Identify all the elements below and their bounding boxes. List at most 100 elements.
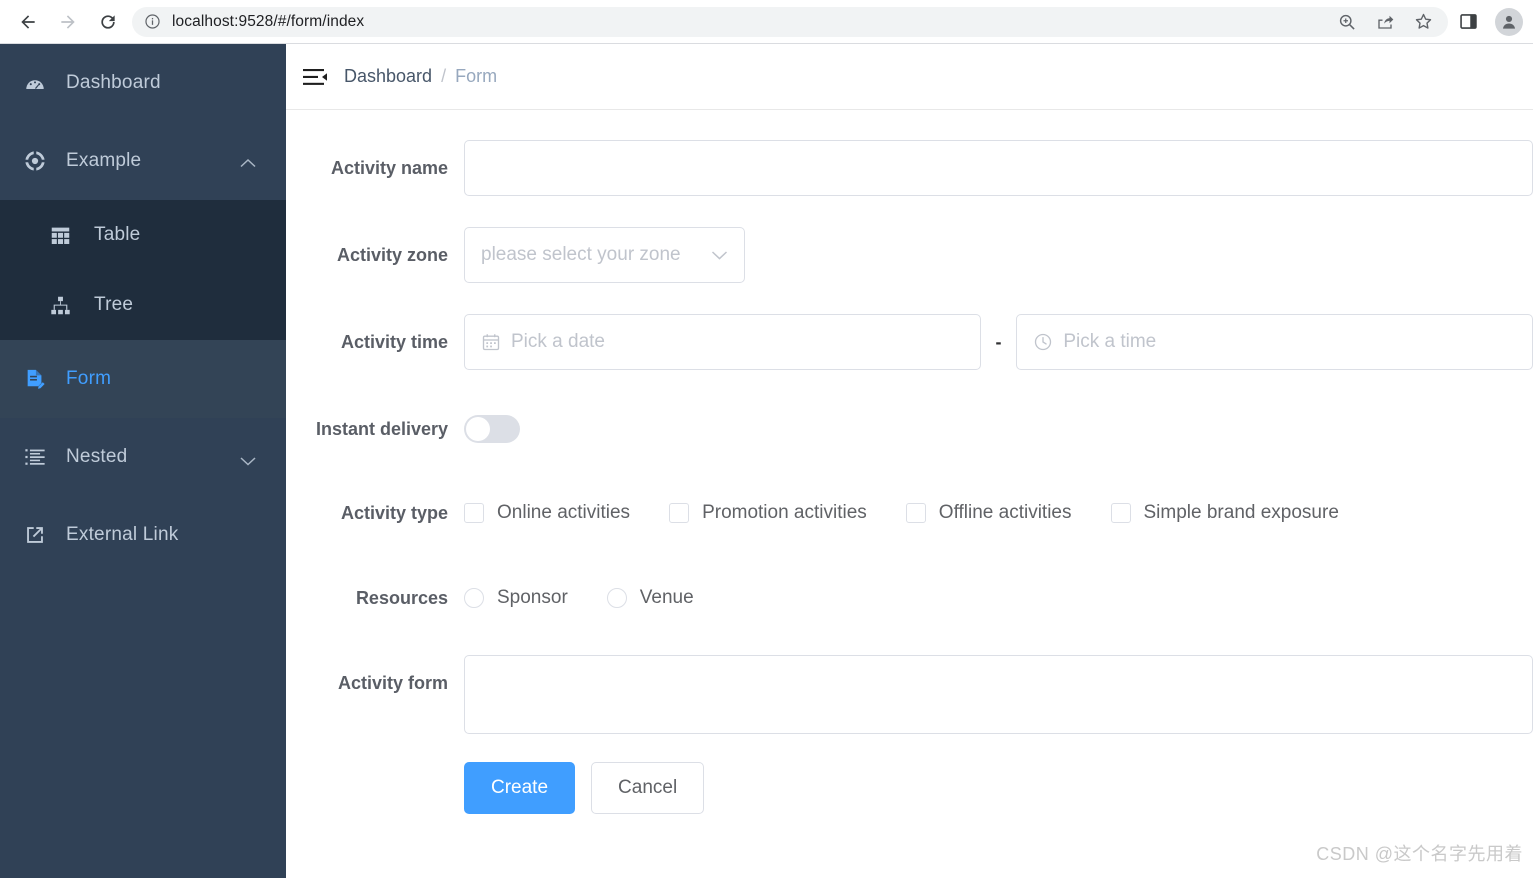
sidebar-item-external-link[interactable]: External Link [0, 496, 286, 574]
checkbox-box [905, 503, 926, 523]
sidebar-item-label: Table [94, 224, 141, 245]
form-row-activity-form: Activity form [286, 655, 1533, 734]
checkbox-label: Offline activities [938, 502, 1072, 523]
create-button[interactable]: Create [464, 762, 576, 814]
sidebar-item-table[interactable]: Table [0, 200, 286, 270]
calendar-icon [481, 332, 501, 352]
activity-zone-placeholder: please select your zone [481, 244, 681, 265]
omnibox-actions [1337, 7, 1448, 37]
form-row-resources: Resources Sponsor Venue [286, 570, 1533, 626]
browser-nav-buttons [0, 4, 126, 40]
checkbox-promotion-activities[interactable]: Promotion activities [669, 485, 867, 541]
breadcrumb-dashboard[interactable]: Dashboard [344, 66, 432, 87]
activity-form: Activity name Activity zone please selec… [286, 110, 1533, 814]
share-icon[interactable] [1375, 12, 1395, 32]
breadcrumb-separator: / [441, 66, 447, 86]
sidebar: Dashboard Example Table Tree Form Nested… [0, 44, 286, 878]
instant-delivery-toggle[interactable] [464, 415, 520, 443]
sidebar-submenu-example: Table Tree [0, 200, 286, 340]
cancel-button[interactable]: Cancel [591, 762, 705, 814]
checkbox-box [1110, 503, 1131, 523]
form-row-activity-zone: Activity zone please select your zone [286, 227, 1533, 283]
checkbox-label: Online activities [497, 502, 631, 523]
activity-time-label: Activity time [340, 332, 448, 352]
activity-time-picker[interactable]: Pick a time [1016, 314, 1533, 370]
sidebar-item-tree[interactable]: Tree [0, 270, 286, 340]
radio-sponsor[interactable]: Sponsor [464, 570, 568, 626]
form-document-icon [24, 368, 50, 390]
activity-type-checkbox-group: Online activities Promotion activities O… [464, 485, 1378, 541]
checkbox-label: Promotion activities [702, 502, 867, 523]
collapse-menu-icon [303, 68, 327, 85]
chevron-down-icon [711, 250, 728, 261]
main-content: Dashboard / Form Activity name Activity … [286, 44, 1533, 878]
resources-label: Resources [355, 588, 448, 608]
toggle-knob [466, 417, 490, 441]
activity-time-placeholder: Pick a time [1063, 331, 1157, 352]
chevron-down-icon [240, 453, 256, 471]
activity-date-placeholder: Pick a date [511, 331, 605, 352]
sidebar-item-label: Example [66, 150, 142, 171]
activity-type-label: Activity type [340, 503, 448, 523]
activity-form-textarea[interactable] [464, 655, 1533, 734]
external-link-icon [24, 524, 50, 546]
sidebar-item-form[interactable]: Form [0, 340, 286, 418]
activity-date-picker[interactable]: Pick a date [464, 314, 981, 370]
sidebar-item-label: Tree [94, 294, 134, 315]
radio-label: Sponsor [497, 587, 568, 608]
activity-name-label: Activity name [330, 158, 448, 178]
sidebar-item-label: Dashboard [66, 72, 161, 93]
sidebar-item-example[interactable]: Example [0, 122, 286, 200]
tree-icon [50, 295, 76, 316]
activity-zone-select[interactable]: please select your zone [464, 227, 745, 283]
form-row-buttons: Create Cancel [286, 762, 1533, 814]
form-row-activity-time: Activity time Pick a date - Pick a time [286, 314, 1533, 370]
browser-right-controls [1458, 7, 1533, 36]
component-icon [24, 150, 50, 172]
radio-circle [464, 588, 484, 608]
watermark: CSDN @这个名字先用着 [1316, 844, 1523, 864]
activity-name-input[interactable] [464, 140, 1533, 196]
back-button[interactable] [10, 4, 46, 40]
time-range-separator: - [995, 332, 1002, 352]
site-info-icon[interactable] [144, 13, 161, 30]
url-text: localhost:9528/#/form/index [172, 12, 365, 30]
breadcrumb: Dashboard / Form [344, 66, 497, 87]
form-row-activity-type: Activity type Online activities Promotio… [286, 485, 1533, 541]
form-row-activity-name: Activity name [286, 140, 1533, 196]
sidebar-item-dashboard[interactable]: Dashboard [0, 44, 286, 122]
table-icon [50, 225, 76, 246]
checkbox-offline-activities[interactable]: Offline activities [905, 485, 1072, 541]
checkbox-online-activities[interactable]: Online activities [464, 485, 630, 541]
profile-avatar-icon[interactable] [1495, 7, 1523, 36]
checkbox-box [464, 503, 484, 523]
clock-icon [1033, 332, 1053, 352]
checkbox-simple-brand-exposure[interactable]: Simple brand exposure [1110, 485, 1339, 541]
form-row-instant-delivery: Instant delivery [286, 401, 1533, 457]
dashboard-icon [24, 72, 50, 94]
reload-button[interactable] [90, 4, 126, 40]
address-bar[interactable]: localhost:9528/#/form/index [132, 6, 1448, 37]
chevron-up-icon [240, 155, 256, 173]
back-arrow-icon [21, 14, 35, 29]
sidebar-item-nested[interactable]: Nested [0, 418, 286, 496]
resources-radio-group: Sponsor Venue [464, 570, 733, 626]
star-icon[interactable] [1413, 11, 1434, 32]
radio-venue[interactable]: Venue [606, 570, 694, 626]
form-actions: Create Cancel [464, 762, 705, 814]
sidebar-item-label: Form [66, 368, 112, 389]
forward-arrow-icon [61, 14, 75, 29]
nested-list-icon [24, 446, 50, 468]
breadcrumb-form: Form [455, 66, 498, 86]
forward-button[interactable] [50, 4, 86, 40]
zoom-in-icon[interactable] [1337, 12, 1357, 32]
sidebar-item-label: Nested [66, 446, 128, 467]
activity-zone-label: Activity zone [336, 245, 448, 265]
side-panel-icon[interactable] [1458, 11, 1479, 32]
sidebar-item-label: External Link [66, 524, 179, 545]
checkbox-box [669, 503, 690, 523]
activity-form-label: Activity form [337, 673, 448, 693]
instant-delivery-label: Instant delivery [315, 419, 448, 439]
top-navbar: Dashboard / Form [286, 44, 1533, 110]
collapse-menu-button[interactable] [286, 44, 344, 110]
